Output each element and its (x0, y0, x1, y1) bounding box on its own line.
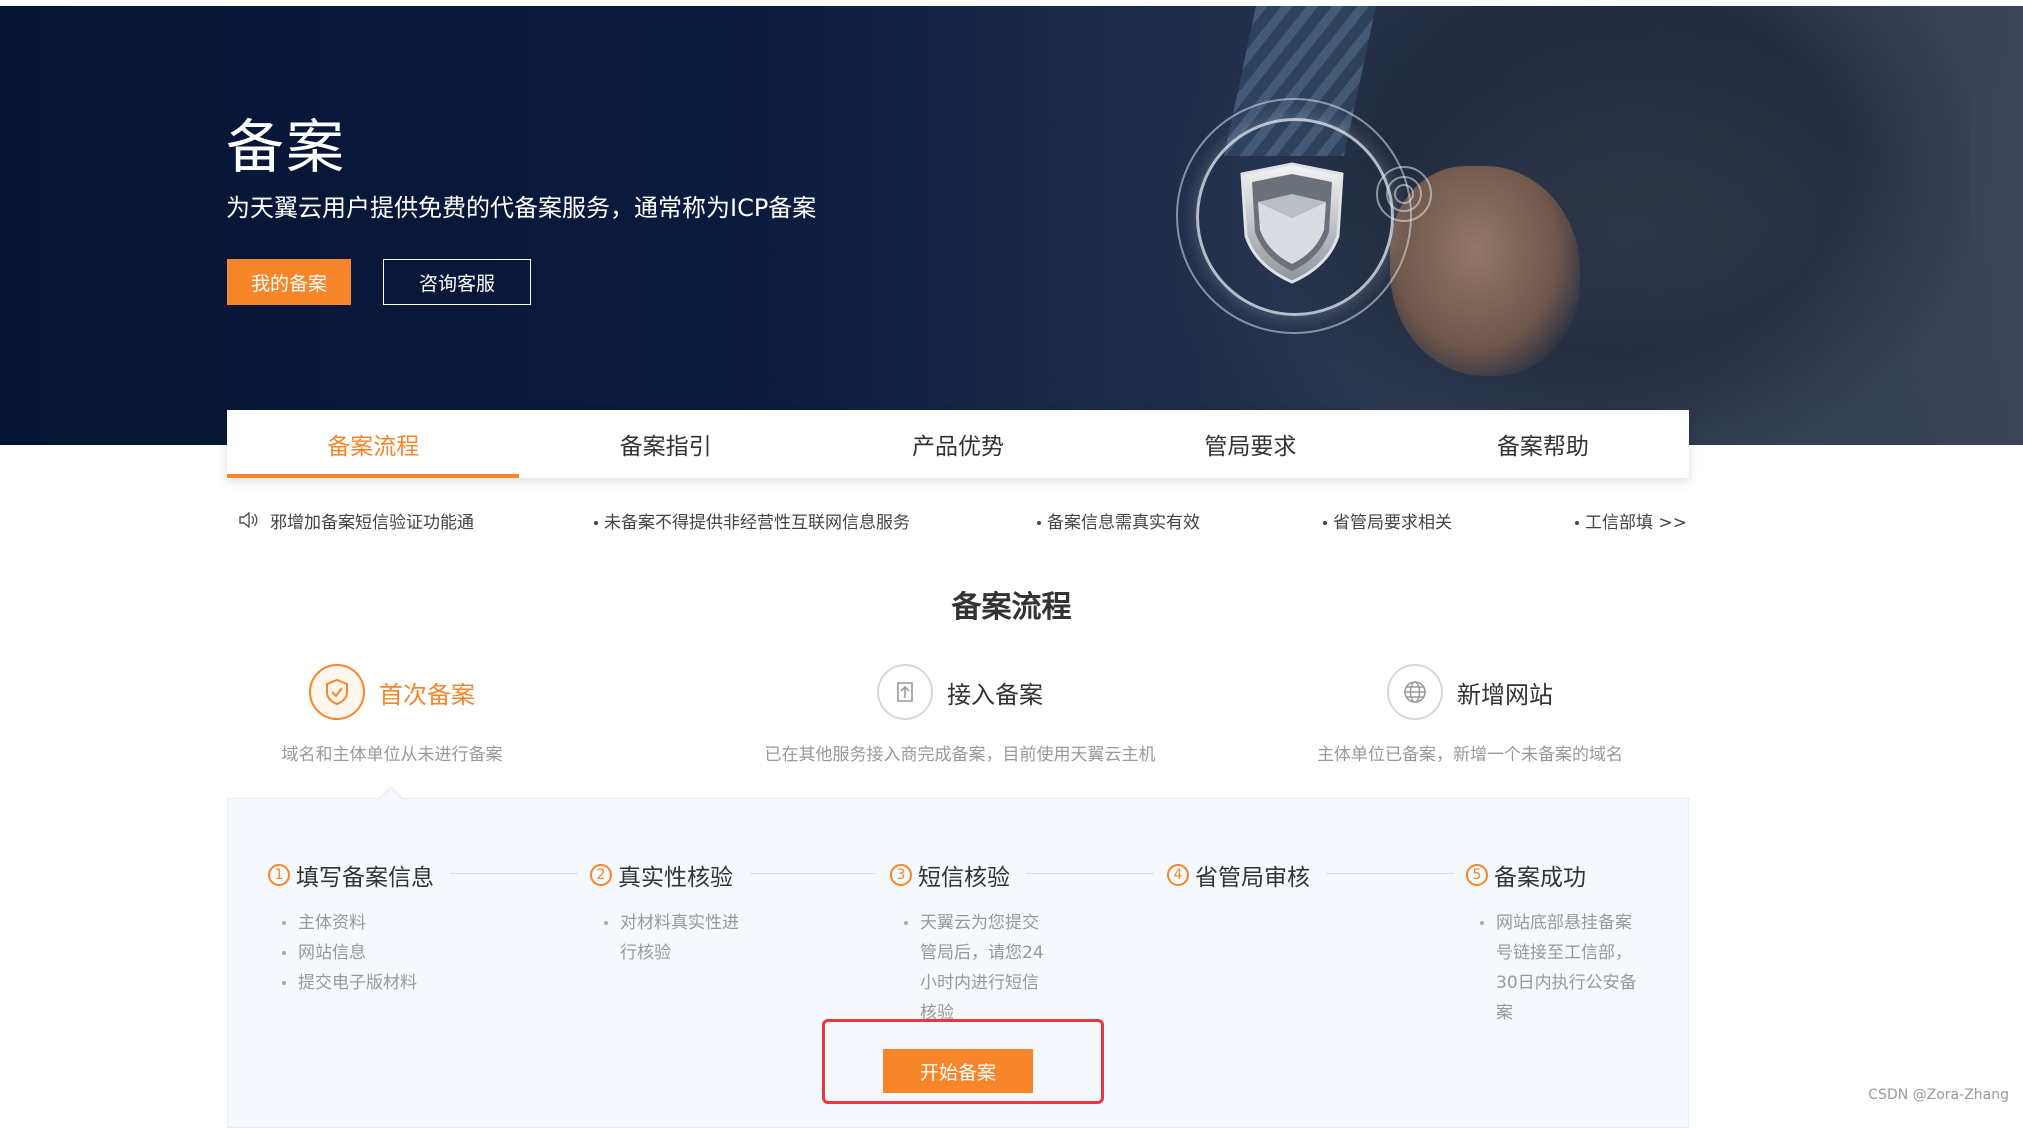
type-access-filing[interactable]: 接入备案 已在其他服务接入商完成备案，目前使用天翼云主机 (730, 664, 1190, 765)
step-number: 5 (1466, 864, 1488, 886)
step-sms: 3 短信核验 天翼云为您提交管局后，请您24小时内进行短信核验 (890, 858, 1070, 1028)
notice-text: 未备案不得提供非经营性互联网信息服务 (604, 513, 910, 533)
type-head: 首次备案 (277, 664, 507, 720)
step-item: 网站信息 (282, 938, 438, 968)
step-head: 4 省管局审核 (1167, 858, 1327, 892)
tab-advantages[interactable]: 产品优势 (812, 410, 1104, 478)
ripple-decoration (1394, 184, 1414, 204)
type-new-site[interactable]: 新增网站 主体单位已备案，新增一个未备案的域名 (1300, 664, 1640, 765)
bullet-icon (594, 521, 598, 525)
step-head: 2 真实性核验 (590, 858, 770, 892)
type-desc: 已在其他服务接入商完成备案，目前使用天翼云主机 (764, 745, 1156, 765)
step-items: 主体资料 网站信息 提交电子版材料 (268, 908, 438, 998)
step-number: 2 (590, 864, 612, 886)
tab-guide[interactable]: 备案指引 (519, 410, 811, 478)
notice-item-more[interactable]: 工信部填 >> (1575, 508, 1687, 533)
bullet-icon (1037, 521, 1041, 525)
type-head: 新增网站 (1300, 664, 1640, 720)
type-desc: 主体单位已备案，新增一个未备案的域名 (1317, 745, 1623, 765)
notice-text: 省管局要求相关 (1333, 513, 1452, 533)
start-filing-button[interactable]: 开始备案 (883, 1049, 1033, 1093)
step-item: 主体资料 (282, 908, 438, 938)
watermark: CSDN @Zora-Zhang (1868, 1087, 2009, 1103)
tab-help[interactable]: 备案帮助 (1397, 410, 1689, 478)
tab-process[interactable]: 备案流程 (227, 410, 520, 478)
upload-arrow-icon (877, 664, 933, 720)
notice-item[interactable]: 省管局要求相关 (1323, 508, 1452, 533)
tab-bar: 备案流程 备案指引 产品优势 管局要求 备案帮助 (227, 410, 1689, 478)
type-head: 接入备案 (730, 664, 1190, 720)
section-title: 备案流程 (951, 590, 1072, 625)
notice-item[interactable]: 邪增加备案短信验证功能通 (270, 508, 474, 533)
shield-icon (1240, 162, 1344, 284)
panel-notch-inner (380, 788, 402, 799)
step-title: 备案成功 (1494, 865, 1586, 891)
step-item: 对材料真实性进行核验 (604, 908, 754, 968)
notice-text: 备案信息需真实有效 (1047, 513, 1200, 533)
my-filing-button[interactable]: 我的备案 (227, 259, 351, 305)
step-connector (1326, 873, 1454, 874)
notice-item[interactable]: 备案信息需真实有效 (1037, 508, 1200, 533)
notice-text: 工信部填 >> (1585, 513, 1687, 533)
notice-item[interactable]: 未备案不得提供非经营性互联网信息服务 (594, 508, 910, 533)
step-review: 4 省管局审核 (1167, 858, 1327, 892)
consult-service-button[interactable]: 咨询客服 (383, 259, 531, 305)
step-title: 短信核验 (918, 865, 1010, 891)
type-desc: 域名和主体单位从未进行备案 (281, 745, 503, 765)
type-first-filing[interactable]: 首次备案 域名和主体单位从未进行备案 (277, 664, 507, 765)
step-head: 1 填写备案信息 (268, 858, 438, 892)
top-strip (0, 0, 2023, 6)
step-title: 真实性核验 (618, 865, 733, 891)
hero-banner (0, 6, 2023, 445)
step-item: 提交电子版材料 (282, 968, 438, 998)
tab-requirements[interactable]: 管局要求 (1104, 410, 1396, 478)
step-head: 3 短信核验 (890, 858, 1070, 892)
type-label: 接入备案 (947, 680, 1043, 709)
page-title: 备案 (226, 113, 347, 181)
step-item: 网站底部悬挂备案号链接至工信部，30日内执行公安备案 (1480, 908, 1640, 1028)
step-head: 5 备案成功 (1466, 858, 1656, 892)
page-subtitle: 为天翼云用户提供免费的代备案服务，通常称为ICP备案 (226, 194, 817, 222)
step-title: 填写备案信息 (296, 865, 434, 891)
step-title: 省管局审核 (1195, 865, 1310, 891)
step-connector (450, 873, 578, 874)
notice-bar: 邪增加备案短信验证功能通 未备案不得提供非经营性互联网信息服务 备案信息需真实有… (238, 508, 1688, 533)
step-items: 对材料真实性进行核验 (590, 908, 754, 968)
speaker-icon (239, 511, 258, 529)
step-items: 网站底部悬挂备案号链接至工信部，30日内执行公安备案 (1466, 908, 1640, 1028)
bullet-icon (1323, 521, 1327, 525)
step-number: 4 (1167, 864, 1189, 886)
type-label: 新增网站 (1457, 680, 1553, 709)
step-number: 3 (890, 864, 912, 886)
bullet-icon (1575, 521, 1579, 525)
globe-icon (1387, 664, 1443, 720)
step-success: 5 备案成功 网站底部悬挂备案号链接至工信部，30日内执行公安备案 (1466, 858, 1656, 1028)
step-item: 天翼云为您提交管局后，请您24小时内进行短信核验 (904, 908, 1054, 1028)
step-authenticity: 2 真实性核验 对材料真实性进行核验 (590, 858, 770, 968)
type-label: 首次备案 (379, 680, 475, 709)
step-number: 1 (268, 864, 290, 886)
step-fill-info: 1 填写备案信息 主体资料 网站信息 提交电子版材料 (268, 858, 438, 998)
step-items: 天翼云为您提交管局后，请您24小时内进行短信核验 (890, 908, 1054, 1028)
shield-check-icon (309, 664, 365, 720)
